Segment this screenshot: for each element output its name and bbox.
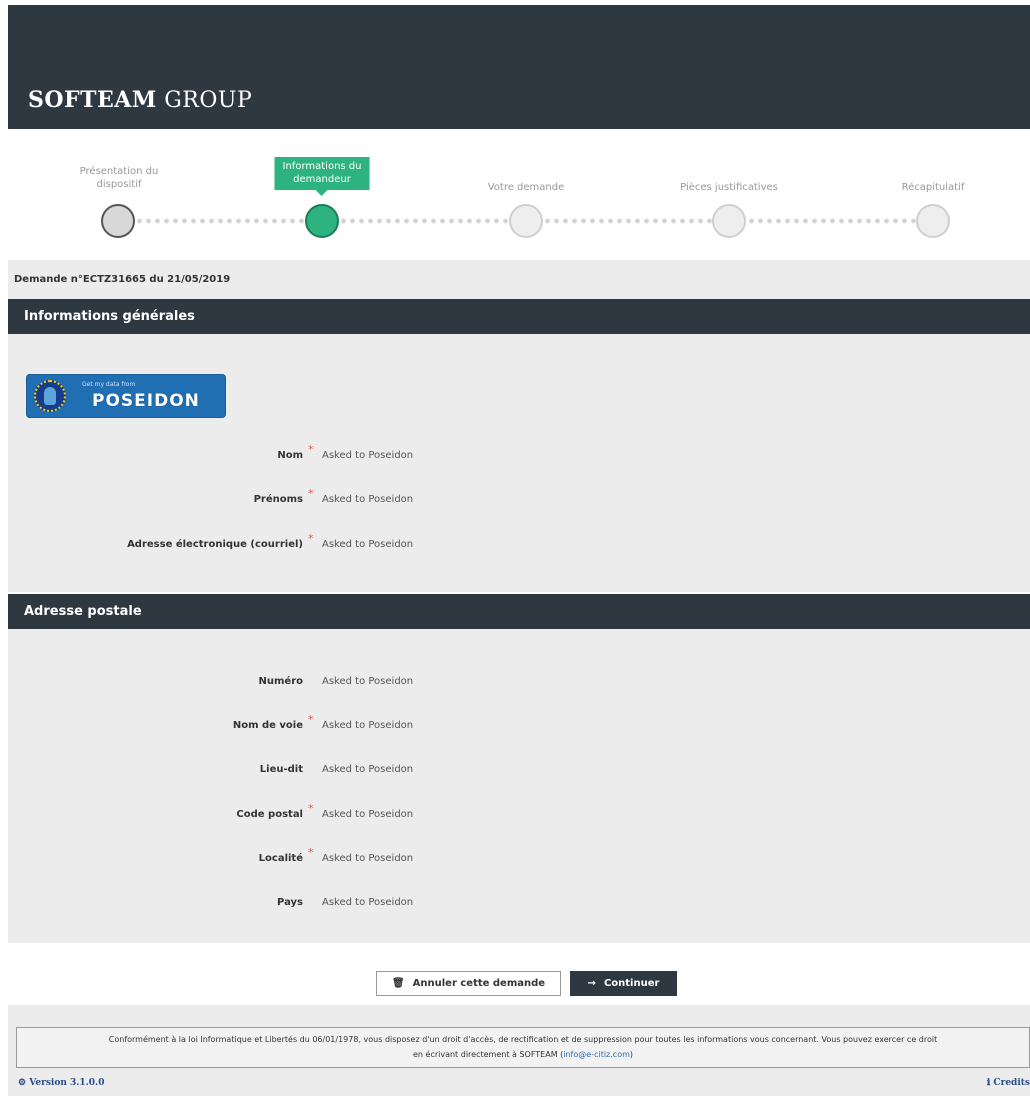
field-value-numero: Asked to Poseidon [322,676,414,687]
step-circle-presentation[interactable] [101,204,135,238]
field-value-lieu-dit: Asked to Poseidon [322,764,414,775]
step-label-recapitulatif: Récapitulatif [901,182,965,193]
contact-email-link[interactable]: info@e-citiz.com [563,1050,630,1059]
step-connector [339,218,509,224]
poseidon-brand-text: POSEIDON [92,391,200,411]
poseidon-button[interactable]: Get my data from POSEIDON [26,374,226,418]
step-label-pieces: Pièces justificatives [680,182,778,193]
field-value-prenoms: Asked to Poseidon [322,494,414,505]
cancel-button-label: Annuler cette demande [412,978,546,989]
request-title: Demande n°ECTZ31665 du 21/05/2019 [14,274,231,285]
field-label-nom: Nom [277,450,303,461]
continue-button[interactable]: → Continuer [570,971,677,996]
required-marker: * [308,487,314,500]
step-connector [747,218,917,224]
field-value-nom: Asked to Poseidon [322,450,414,461]
form-actions: 🗑 Annuler cette demande → Continuer [8,943,1030,1005]
required-marker: * [308,713,314,726]
page-frame: SOFTEAM GROUP Présentation du dispositif… [8,5,1030,1096]
request-bar: Demande n°ECTZ31665 du 21/05/2019 [8,260,1030,299]
field-label-code-postal: Code postal [236,809,303,820]
field-label-email: Adresse électronique (courriel) [127,539,303,550]
field-value-nom-de-voie: Asked to Poseidon [322,720,414,731]
field-label-pays: Pays [277,897,303,908]
field-label-numero: Numéro [258,676,304,687]
version-icon: ⚙ [18,1078,27,1088]
privacy-notice-line1: Conformément à la loi Informatique et Li… [108,1035,938,1044]
required-marker: * [308,846,314,859]
field-value-code-postal: Asked to Poseidon [322,809,414,820]
page-footer: Conformément à la loi Informatique et Li… [8,1005,1030,1096]
required-marker: * [308,532,314,545]
step-circle-pieces [712,204,746,238]
cancel-request-button[interactable]: 🗑 Annuler cette demande [376,971,561,996]
required-marker: * [308,443,314,456]
field-value-email: Asked to Poseidon [322,539,414,550]
required-marker: * [308,802,314,815]
field-label-lieu-dit: Lieu-dit [259,764,303,775]
section-heading-postal: Adresse postale [8,594,1030,629]
step-connector [543,218,713,224]
step-label-demande: Votre demande [487,182,565,193]
credits-link[interactable]: ℹ Credits [987,1078,1030,1088]
privacy-notice: Conformément à la loi Informatique et Li… [16,1027,1030,1068]
arrow-right-icon: → [587,978,596,989]
step-label-presentation: Présentation du dispositif [79,166,159,190]
field-label-nom-de-voie: Nom de voie [232,720,303,731]
progress-stepper: Présentation du dispositif Informations … [8,129,1030,260]
step-circle-informations[interactable] [305,204,339,238]
privacy-notice-line2: en écrivant directement à SOFTEAM (info@… [412,1050,634,1059]
eu-stars-icon [34,380,66,412]
poseidon-small-text: Get my data from [82,381,136,388]
step-circle-recapitulatif [916,204,950,238]
section-body-postal [8,629,1030,943]
info-icon: ℹ [986,1078,991,1088]
app-header: SOFTEAM GROUP [8,5,1030,129]
field-value-pays: Asked to Poseidon [322,897,414,908]
section-body-general [8,334,1030,592]
step-label-informations: Informations du demandeur [274,157,370,196]
step-circle-demande [509,204,543,238]
continue-button-label: Continuer [603,978,660,989]
field-value-localite: Asked to Poseidon [322,853,414,864]
section-heading-general: Informations générales [8,299,1030,334]
trash-icon: 🗑 [391,978,405,989]
field-label-prenoms: Prénoms [253,494,303,505]
field-label-localite: Localité [258,853,303,864]
brand-logo: SOFTEAM GROUP [28,87,253,113]
version-link[interactable]: ⚙ Version 3.1.0.0 [18,1078,104,1088]
step-connector [135,218,305,224]
